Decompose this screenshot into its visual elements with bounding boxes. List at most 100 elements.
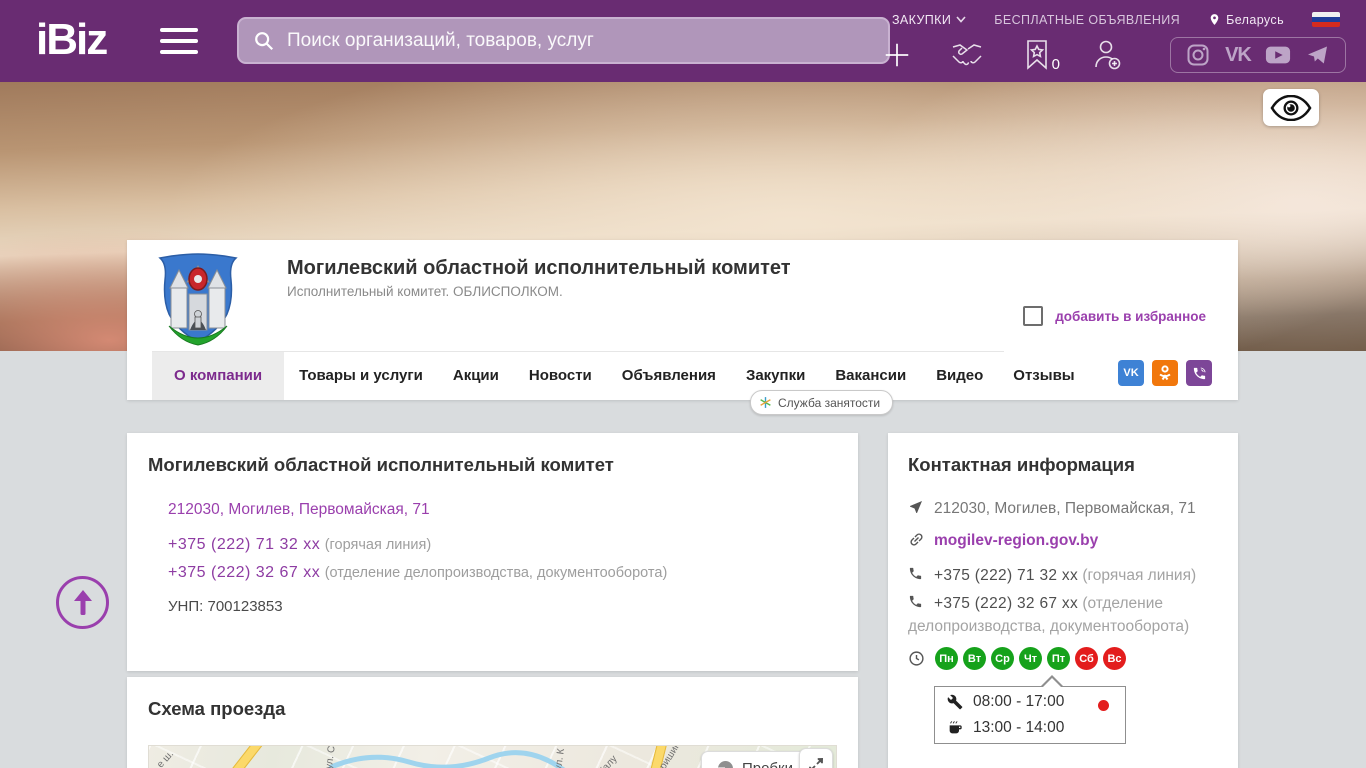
region-selector[interactable]: Беларусь (1208, 12, 1284, 27)
work-hours: 08:00 - 17:00 (973, 693, 1064, 711)
search-input[interactable] (287, 30, 874, 52)
tab-products[interactable]: Товары и услуги (284, 352, 438, 400)
contact-phone-number[interactable]: +375 (222) 32 67 xx (934, 595, 1078, 612)
day-badge-sun[interactable]: Вс (1103, 647, 1126, 670)
favorites-button[interactable]: 0 (1002, 33, 1072, 77)
day-badge-mon[interactable]: Пн (935, 647, 958, 670)
tab-promotions[interactable]: Акции (438, 352, 514, 400)
free-ads-label: БЕСПЛАТНЫЕ ОБЪЯВЛЕНИЯ (994, 13, 1180, 27)
company-logo-emblem (153, 252, 243, 348)
search-icon (253, 30, 275, 52)
about-card: Могилевский областной исполнительный ком… (127, 433, 858, 671)
work-hours-row: 08:00 - 17:00 (935, 687, 1125, 713)
contact-info-card: Контактная информация 212030, Могилев, П… (888, 433, 1238, 768)
eye-icon (1270, 95, 1312, 121)
accessibility-eye-button[interactable] (1263, 89, 1319, 126)
region-label: Беларусь (1226, 13, 1284, 27)
handshake-icon (950, 40, 984, 70)
header-top-links: ЗАКУПКИ БЕСПЛАТНЫЕ ОБЪЯВЛЕНИЯ Беларусь (892, 12, 1340, 27)
contact-phone-number[interactable]: +375 (222) 71 32 xx (934, 567, 1078, 584)
tab-video[interactable]: Видео (921, 352, 998, 400)
traffic-button-label: Пробки (742, 760, 793, 768)
phone-note: (отделение делопроизводства, документооб… (325, 565, 668, 581)
tab-ads[interactable]: Объявления (607, 352, 731, 400)
purchases-label: ЗАКУПКИ (892, 13, 951, 27)
site-logo[interactable]: iBiz (36, 14, 106, 66)
share-viber-icon[interactable] (1186, 360, 1212, 386)
vk-icon[interactable]: VK (1225, 43, 1251, 67)
telegram-icon[interactable] (1305, 43, 1331, 67)
break-hours: 13:00 - 14:00 (973, 719, 1064, 737)
map-title: Схема проезда (148, 698, 285, 720)
traffic-button[interactable]: Пробки (701, 751, 810, 768)
company-name: Могилевский областной исполнительный ком… (287, 257, 791, 280)
expand-icon (808, 757, 824, 768)
employment-service-icon (759, 396, 772, 409)
contact-website-row: mogilev-region.gov.by (908, 529, 1218, 552)
contact-phone-row-1: +375 (222) 71 32 xx (горячая линия) (908, 564, 1218, 587)
share-vk-icon[interactable]: VK (1118, 360, 1144, 386)
map-river (329, 745, 629, 768)
favorite-label: добавить в избранное (1055, 309, 1206, 324)
about-title: Могилевский областной исполнительный ком… (148, 454, 614, 476)
company-header-card: Могилевский областной исполнительный ком… (127, 240, 1238, 400)
search-bar (237, 17, 890, 64)
partners-button[interactable] (932, 33, 1002, 77)
status-dot (1098, 700, 1109, 711)
company-description: Исполнительный комитет. ОБЛИСПОЛКОМ. (287, 284, 563, 299)
vacancies-tooltip-text: Служба занятости (778, 396, 880, 410)
day-badge-sat[interactable]: Сб (1075, 647, 1098, 670)
login-button[interactable] (1072, 33, 1142, 77)
contact-website-link[interactable]: mogilev-region.gov.by (934, 532, 1098, 549)
instagram-icon[interactable] (1185, 43, 1211, 67)
header-action-icons: 0 VK (862, 33, 1366, 77)
tab-news[interactable]: Новости (514, 352, 607, 400)
phone-number[interactable]: +375 (222) 32 67 xx (168, 564, 320, 581)
share-ok-icon[interactable] (1152, 360, 1178, 386)
add-to-favorites[interactable]: добавить в избранное (1023, 306, 1206, 326)
vacancies-tooltip: Служба занятости (750, 390, 893, 415)
purchases-menu[interactable]: ЗАКУПКИ (892, 13, 966, 27)
header-social-links: VK (1170, 37, 1346, 73)
tab-about[interactable]: О компании (152, 352, 284, 400)
schedule-days-row: Пн Вт Ср Чт Пт Сб Вс (908, 647, 1131, 670)
navigation-arrow-icon (908, 499, 924, 515)
favorites-count: 0 (1052, 56, 1060, 73)
contact-title: Контактная информация (908, 454, 1135, 476)
about-phone-2: +375 (222) 32 67 xx (отделение делопроиз… (168, 564, 667, 582)
contact-address-row: 212030, Могилев, Первомайская, 71 (908, 497, 1218, 520)
coffee-cup-icon (947, 720, 963, 736)
working-hours-tooltip: 08:00 - 17:00 13:00 - 14:00 (934, 686, 1126, 744)
map[interactable]: е ш. ул. С ул. К Калу ришина Пробки (148, 745, 837, 768)
map-expand-button[interactable] (799, 748, 833, 768)
company-unp: УНП: 700123853 (168, 598, 283, 615)
day-badge-tue[interactable]: Вт (963, 647, 986, 670)
tab-reviews[interactable]: Отзывы (998, 352, 1089, 400)
tools-icon (947, 694, 963, 710)
day-badge-thu[interactable]: Чт (1019, 647, 1042, 670)
contact-address: 212030, Могилев, Первомайская, 71 (908, 497, 1218, 520)
break-hours-row: 13:00 - 14:00 (935, 713, 1125, 739)
about-address-link[interactable]: 212030, Могилев, Первомайская, 71 (168, 501, 430, 519)
language-flag-russian[interactable] (1312, 12, 1340, 27)
favorite-checkbox[interactable] (1023, 306, 1043, 326)
youtube-icon[interactable] (1265, 43, 1291, 67)
free-ads-link[interactable]: БЕСПЛАТНЫЕ ОБЪЯВЛЕНИЯ (994, 13, 1180, 27)
company-share-buttons: VK (1118, 360, 1212, 386)
day-badge-fri[interactable]: Пт (1047, 647, 1070, 670)
bookmark-star-icon (1025, 40, 1049, 70)
day-badge-wed[interactable]: Ср (991, 647, 1014, 670)
phone-note: (горячая линия) (325, 537, 431, 553)
about-phone-1: +375 (222) 71 32 xx (горячая линия) (168, 536, 431, 554)
traffic-icon (718, 761, 733, 768)
phone-number[interactable]: +375 (222) 71 32 xx (168, 536, 320, 553)
phone-icon (908, 566, 923, 581)
hamburger-menu-icon[interactable] (160, 28, 198, 56)
up-arrow-icon (72, 589, 94, 617)
contact-phone-note: (горячая линия) (1082, 567, 1196, 584)
header: iBiz ЗАКУПКИ БЕСПЛАТНЫЕ ОБЪЯВЛЕНИЯ Белар… (0, 0, 1366, 82)
add-company-button[interactable] (862, 33, 932, 77)
street-label: е ш. (155, 749, 176, 768)
person-add-icon (1092, 39, 1122, 71)
scroll-to-top-button[interactable] (56, 576, 109, 629)
